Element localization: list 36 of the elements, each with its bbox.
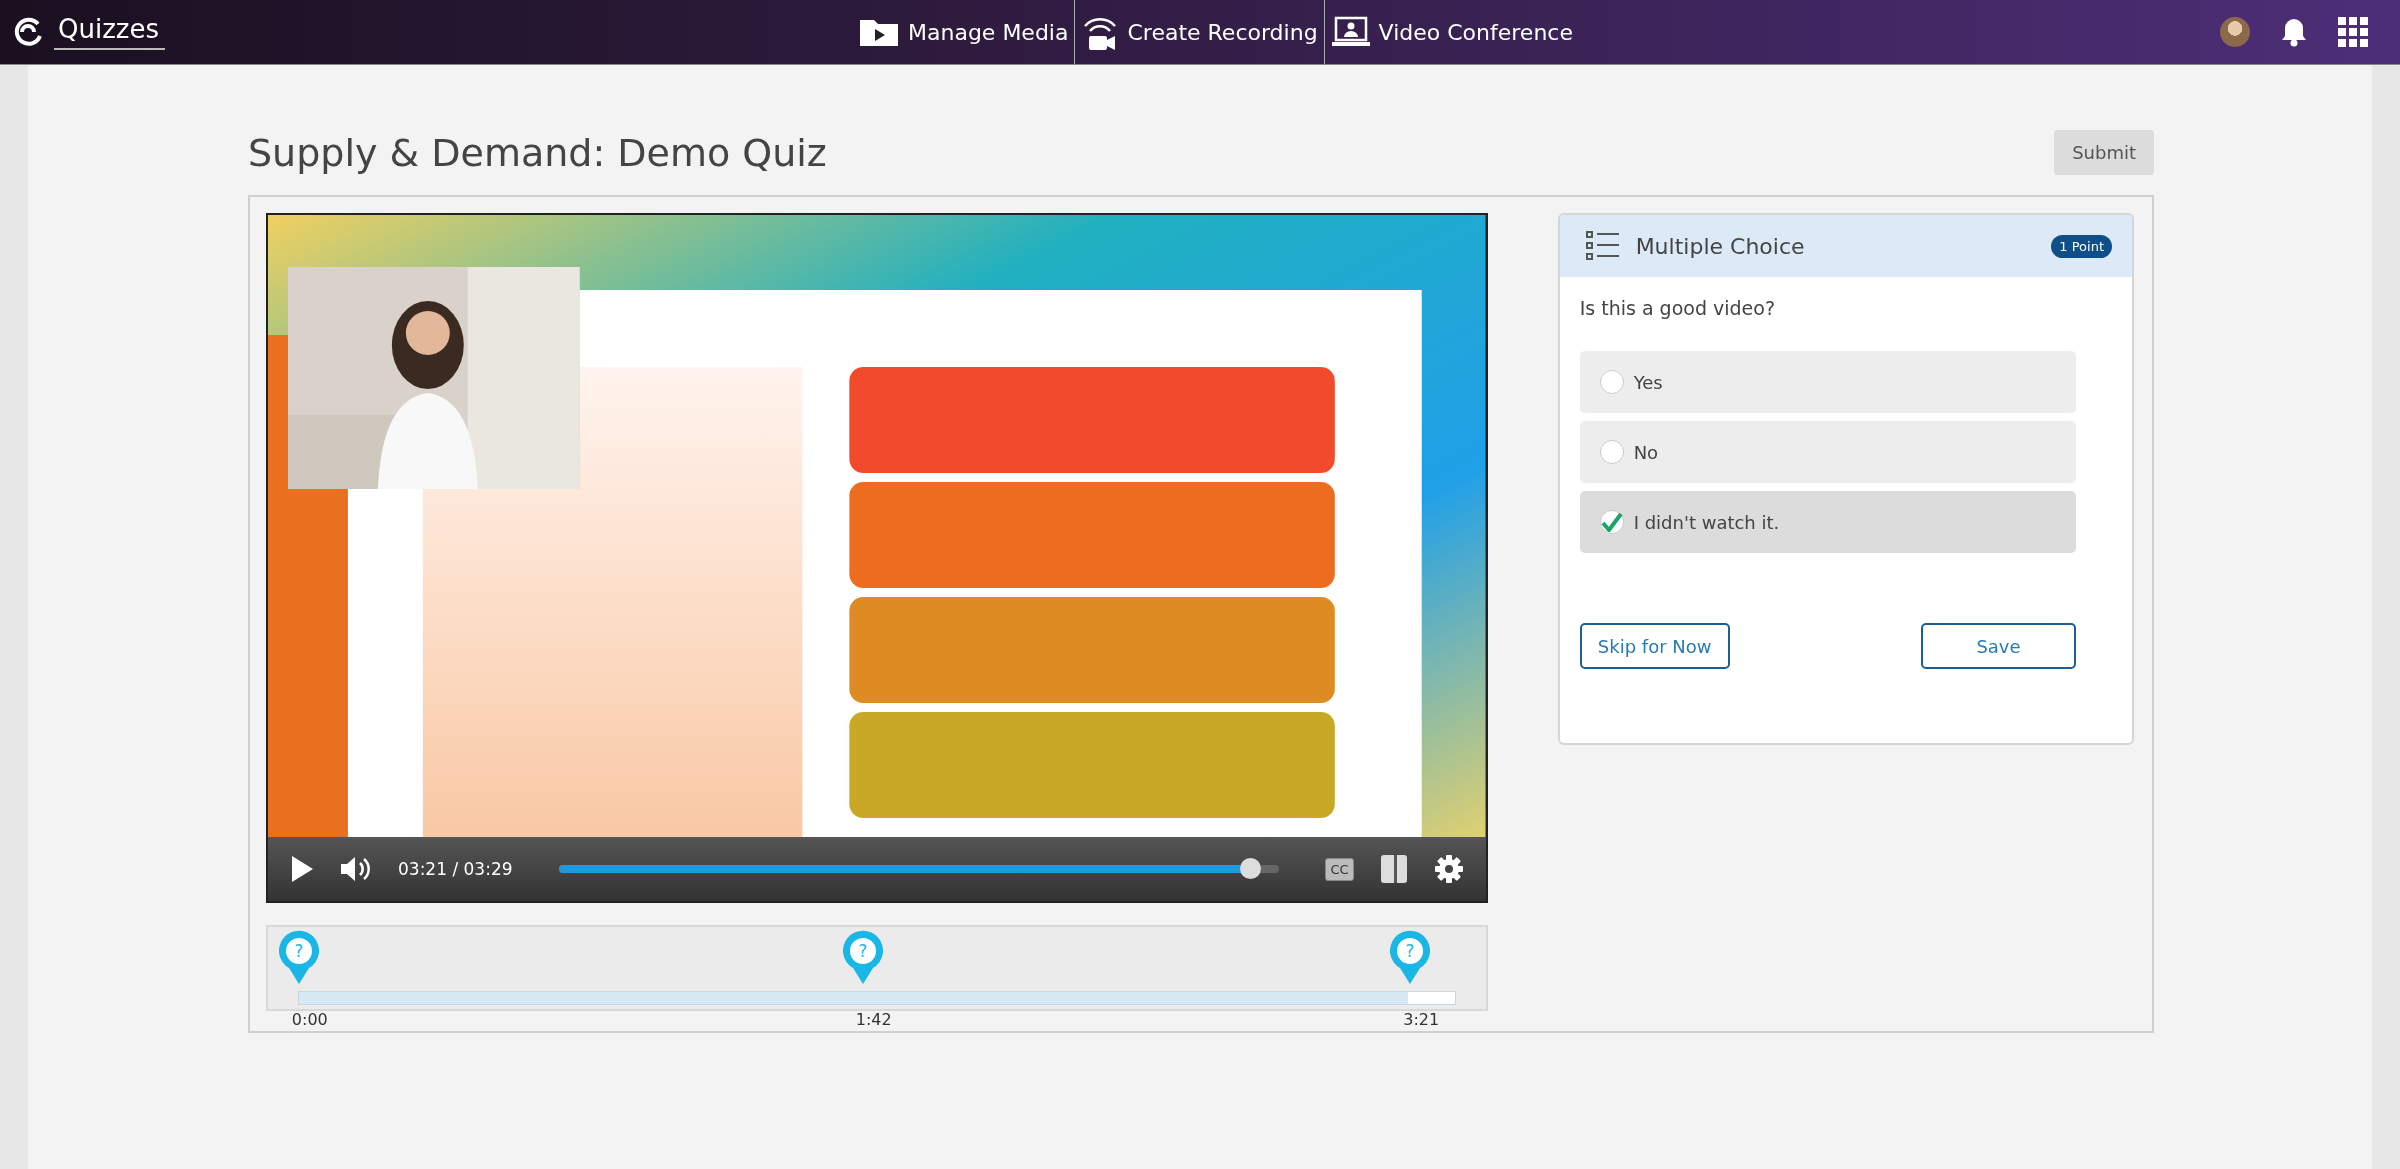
option-label: I didn't watch it. — [1633, 511, 1780, 533]
answer-option[interactable]: I didn't watch it. — [1579, 491, 2076, 553]
option-label: No — [1633, 441, 1659, 463]
volume-icon[interactable] — [340, 856, 372, 882]
nav-link[interactable]: Video Conference — [1324, 0, 1579, 64]
bell-icon[interactable] — [2280, 17, 2308, 47]
radio-button[interactable] — [1599, 370, 1624, 394]
points-badge: 1 Point — [2051, 234, 2112, 258]
answer-option[interactable]: Yes — [1579, 351, 2076, 413]
save-button[interactable]: Save — [1921, 623, 2076, 669]
nav-link[interactable]: Create Recording — [1075, 0, 1325, 64]
question-type: Multiple Choice — [1635, 233, 1806, 259]
settings-icon[interactable] — [1433, 854, 1464, 884]
marker-time: 3:21 — [1403, 1010, 1440, 1029]
play-icon[interactable] — [290, 855, 314, 883]
submit-button[interactable]: Submit — [2054, 130, 2154, 175]
apps-grid-icon[interactable] — [2338, 17, 2368, 47]
logo-icon — [12, 16, 44, 48]
user-avatar[interactable] — [2220, 17, 2250, 47]
skip-button[interactable]: Skip for Now — [1579, 623, 1730, 669]
checked-radio[interactable] — [1599, 510, 1624, 534]
option-label: Yes — [1633, 371, 1663, 393]
quiz-title: Supply & Demand: Demo Quiz — [248, 130, 827, 175]
laptop-person-icon — [1330, 15, 1371, 49]
progress-handle[interactable] — [1239, 858, 1261, 879]
list-icon — [1585, 231, 1620, 261]
captions-button[interactable]: CC — [1325, 857, 1354, 881]
answer-option[interactable]: No — [1579, 421, 2076, 483]
marker-time: 0:00 — [291, 1010, 328, 1029]
marker-time: 1:42 — [855, 1010, 892, 1029]
question-text: Is this a good video? — [1579, 297, 1776, 319]
app-name: Quizzes — [54, 14, 165, 50]
sidebar-layout-icon[interactable] — [1379, 854, 1408, 884]
playback-time: 03:21 / 03:29 — [398, 859, 513, 879]
nav-link[interactable]: Manage Media — [852, 0, 1076, 64]
radio-button[interactable] — [1599, 440, 1624, 464]
